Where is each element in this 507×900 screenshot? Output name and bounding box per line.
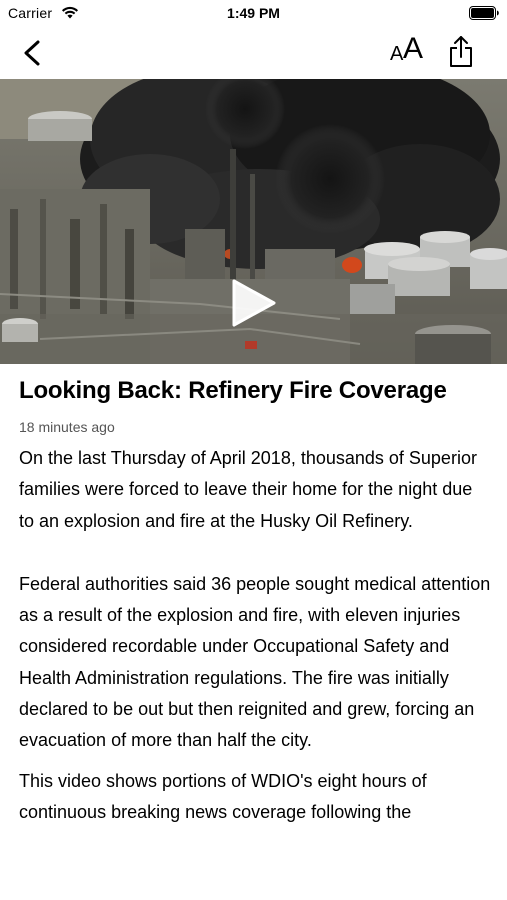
back-button[interactable] <box>16 36 50 70</box>
text-size-large-glyph: A <box>403 32 424 65</box>
article-body: Looking Back: Refinery Fire Coverage 18 … <box>19 370 491 828</box>
chevron-left-icon <box>24 40 40 66</box>
status-bar: Carrier 1:49 PM <box>0 0 507 28</box>
text-size-small-glyph: A <box>390 43 404 65</box>
article-paragraph: On the last Thursday of April 2018, thou… <box>19 448 477 531</box>
nav-bar: A A <box>0 28 507 78</box>
article-paragraph: This video shows portions of WDIO's eigh… <box>19 770 427 822</box>
video-player[interactable] <box>0 79 507 364</box>
battery-icon <box>469 6 499 20</box>
article-timestamp: 18 minutes ago <box>19 419 115 435</box>
article-screen: Carrier 1:49 PM A A Looking Back: Refine… <box>0 0 507 900</box>
text-size-button[interactable]: A A <box>390 34 432 72</box>
play-icon <box>232 279 276 327</box>
status-time: 1:49 PM <box>227 5 280 21</box>
article-headline: Looking Back: Refinery Fire Coverage <box>19 377 447 404</box>
article-paragraph: Federal authorities said 36 people sough… <box>19 573 491 751</box>
share-button[interactable] <box>446 34 476 70</box>
share-icon <box>450 36 472 67</box>
